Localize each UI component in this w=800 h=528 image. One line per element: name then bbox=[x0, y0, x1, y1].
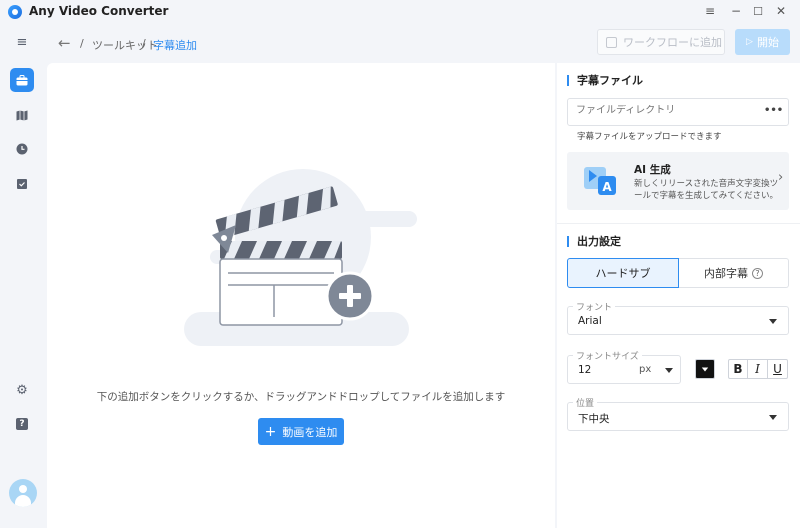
toolbox-icon[interactable] bbox=[10, 68, 34, 92]
ai-card-description: 新しくリリースされた音声文字変換ツールで字幕を生成してみてください。 bbox=[634, 179, 779, 201]
font-size-value: 12 bbox=[578, 364, 592, 376]
output-settings-title: 出力設定 bbox=[567, 236, 621, 247]
back-arrow-icon[interactable]: ← bbox=[58, 34, 71, 52]
sidebar bbox=[0, 24, 44, 528]
ai-card-title: AI 生成 bbox=[634, 164, 671, 176]
clock-icon bbox=[16, 143, 28, 155]
underline-button[interactable]: U bbox=[768, 359, 788, 379]
breadcrumb-parent[interactable]: ツールキット bbox=[92, 37, 158, 53]
tasks-icon[interactable] bbox=[10, 172, 34, 196]
checklist-icon bbox=[17, 179, 27, 189]
minimize-button[interactable]: − bbox=[726, 2, 746, 20]
add-to-workflow-label: ワークフローに追加 bbox=[623, 36, 722, 49]
divider bbox=[557, 223, 800, 224]
question-icon: ? bbox=[16, 418, 28, 430]
plus-icon: + bbox=[264, 423, 277, 440]
history-icon[interactable] bbox=[10, 137, 34, 161]
workflow-icon bbox=[606, 36, 617, 48]
chevron-right-icon: › bbox=[778, 170, 784, 185]
breadcrumb-separator: / bbox=[142, 37, 146, 50]
play-icon: ▷ bbox=[746, 37, 753, 47]
text-color-picker[interactable] bbox=[695, 359, 715, 379]
settings-icon[interactable]: ⚙ bbox=[10, 378, 34, 402]
file-directory-field[interactable]: ••• bbox=[567, 98, 789, 126]
hardsub-label: ハードサブ bbox=[595, 267, 651, 280]
library-icon[interactable] bbox=[10, 103, 34, 127]
font-size-label: フォントサイズ bbox=[573, 349, 642, 362]
ai-subtitle-icon: A bbox=[584, 167, 616, 195]
briefcase-icon bbox=[16, 74, 28, 85]
add-video-button[interactable]: + 動画を追加 bbox=[258, 418, 344, 445]
settings-panel: 字幕ファイル ••• 字幕ファイルをアップロードできます A AI 生成 新しく… bbox=[557, 63, 800, 528]
svg-text:A: A bbox=[602, 180, 612, 194]
help-icon[interactable]: ? bbox=[10, 412, 34, 436]
app-title: Any Video Converter bbox=[29, 4, 169, 18]
font-label: フォント bbox=[573, 300, 616, 313]
user-avatar[interactable] bbox=[9, 479, 37, 507]
map-icon bbox=[16, 110, 28, 120]
title-bar: Any Video Converter ≡ − ☐ ✕ bbox=[0, 0, 800, 24]
start-button[interactable]: ▷ 開始 bbox=[735, 29, 790, 55]
font-size-unit: px bbox=[639, 364, 652, 375]
breadcrumb-current: 字幕追加 bbox=[153, 39, 197, 52]
file-directory-input[interactable] bbox=[576, 105, 756, 116]
chevron-down-icon bbox=[769, 319, 777, 324]
chevron-down-icon bbox=[769, 415, 777, 420]
bold-button[interactable]: B bbox=[728, 359, 748, 379]
close-button[interactable]: ✕ bbox=[771, 2, 791, 20]
drop-zone[interactable]: 下の追加ボタンをクリックするか、ドラッグアンドドロップしてファイルを追加します … bbox=[47, 63, 555, 528]
chevron-down-icon bbox=[701, 367, 709, 372]
position-label: 位置 bbox=[573, 396, 598, 409]
italic-button[interactable]: I bbox=[748, 359, 768, 379]
subtitle-file-title: 字幕ファイル bbox=[567, 75, 643, 86]
drop-hint-text: 下の追加ボタンをクリックするか、ドラッグアンドドロップしてファイルを追加します bbox=[96, 391, 506, 403]
add-video-label: 動画を追加 bbox=[282, 425, 338, 439]
chevron-down-icon bbox=[665, 368, 673, 373]
start-label: 開始 bbox=[756, 36, 779, 49]
clapperboard-illustration bbox=[184, 169, 417, 346]
hardsub-tab[interactable]: ハードサブ bbox=[567, 258, 679, 288]
maximize-button[interactable]: ☐ bbox=[748, 2, 768, 20]
app-logo-icon bbox=[8, 5, 22, 19]
pin-menu-icon[interactable]: ≡ bbox=[700, 2, 720, 20]
breadcrumb-separator: / bbox=[80, 37, 84, 50]
menu-icon[interactable]: ≡ bbox=[10, 30, 34, 54]
ai-generate-card[interactable]: A AI 生成 新しくリリースされた音声文字変換ツールで字幕を生成してみてくださ… bbox=[567, 152, 789, 210]
help-circle-icon[interactable]: ? bbox=[752, 267, 763, 279]
more-options-icon[interactable]: ••• bbox=[764, 105, 783, 116]
add-to-workflow-button[interactable]: ワークフローに追加 bbox=[597, 29, 725, 55]
subtitle-file-hint: 字幕ファイルをアップロードできます bbox=[577, 132, 722, 142]
font-value: Arial bbox=[578, 315, 602, 327]
softsub-label: 内部字幕 bbox=[704, 267, 748, 280]
position-select[interactable]: 下中央 bbox=[567, 402, 789, 431]
position-value: 下中央 bbox=[578, 413, 610, 425]
softsub-tab[interactable]: 内部字幕 ? bbox=[679, 258, 789, 288]
